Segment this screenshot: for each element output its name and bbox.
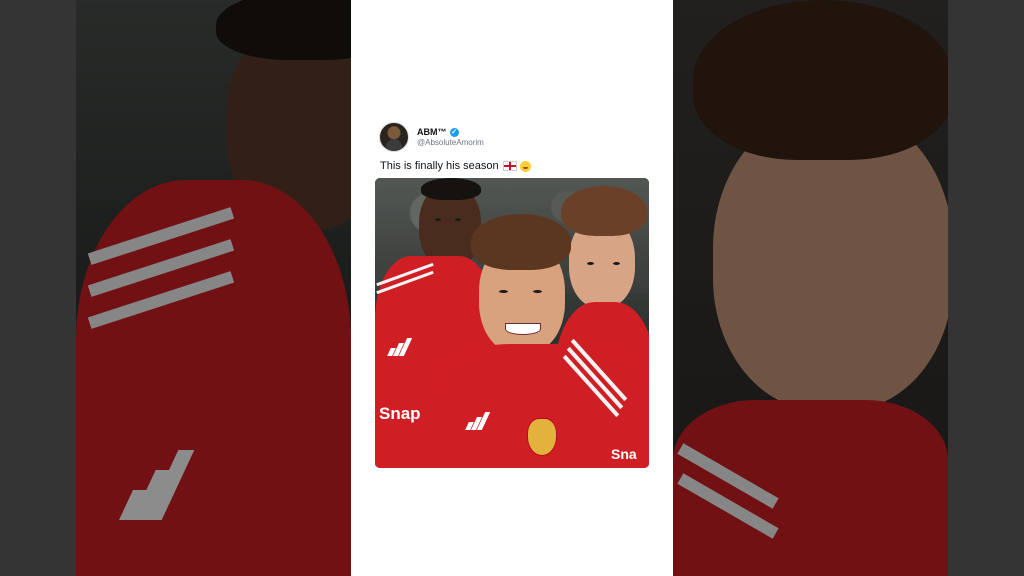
video-frame: ABM™ ✓ @AbsoluteAmorim This is finally h… [0, 0, 1024, 576]
adidas-logo-center [465, 412, 491, 430]
tweet-body: This is finally his season [380, 160, 499, 172]
background-blur-right [673, 0, 948, 576]
hugging-face-icon [519, 160, 531, 172]
tweet-photo[interactable]: Snap Sna [375, 178, 649, 468]
england-flag-icon [502, 161, 517, 171]
sponsor-text-left: Snap [379, 404, 421, 423]
tweet-header: ABM™ ✓ @AbsoluteAmorim [379, 122, 484, 152]
letterbox-right [948, 0, 1024, 576]
sponsor-text-right: Sna [611, 446, 637, 462]
user-handle[interactable]: @AbsoluteAmorim [417, 138, 484, 148]
club-crest-center [527, 418, 557, 456]
tweet-card: ABM™ ✓ @AbsoluteAmorim This is finally h… [351, 0, 673, 576]
background-blur-left [76, 0, 351, 576]
display-name[interactable]: ABM™ [417, 127, 447, 138]
tweet-text: This is finally his season [380, 160, 531, 172]
letterbox-left [0, 0, 76, 576]
adidas-logo-left [387, 338, 413, 356]
verified-badge-icon: ✓ [449, 127, 459, 137]
avatar[interactable] [379, 122, 409, 152]
